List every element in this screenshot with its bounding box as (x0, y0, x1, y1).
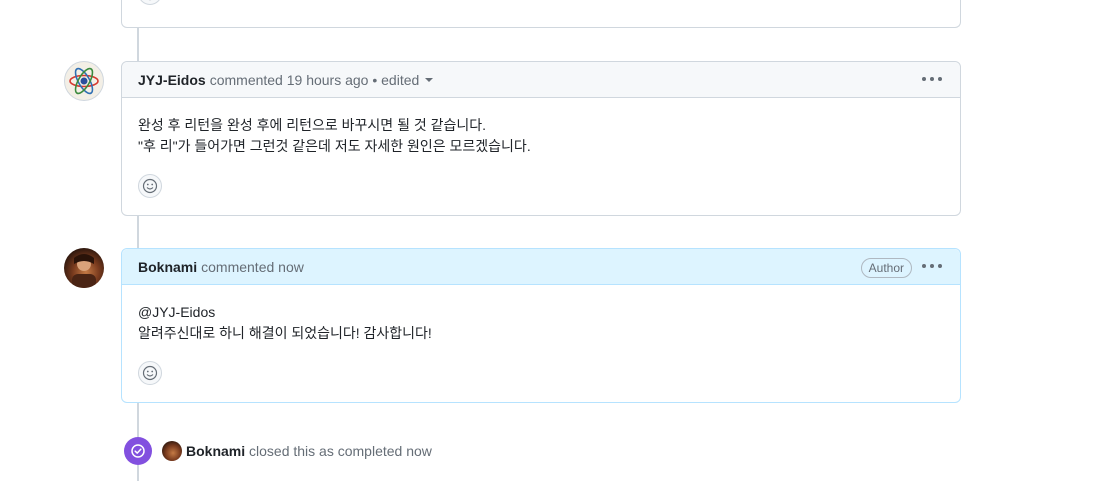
previous-comment (121, 0, 961, 28)
smiley-icon (142, 365, 158, 381)
comment-line: 알려주신대로 하니 해결이 되었습니다! 감사합니다! (138, 325, 432, 341)
comment-options-button[interactable] (922, 71, 942, 87)
timeline-line (137, 465, 139, 481)
smiley-icon (142, 178, 158, 194)
comment-author[interactable]: Boknami (138, 259, 197, 275)
comment-line: 완성 후 리턴을 완성 후에 리턴으로 바꾸시면 될 것 같습니다. (138, 117, 487, 133)
timeline-line (137, 215, 139, 249)
add-reaction-button[interactable] (138, 361, 162, 385)
author-badge: Author (860, 258, 912, 278)
user-photo-icon (72, 254, 96, 288)
avatar[interactable] (64, 61, 104, 101)
avatar[interactable] (64, 248, 104, 288)
timeline-line (137, 28, 139, 62)
comment: Boknami commented now Author @JYJ-Eidos … (121, 248, 961, 403)
event-description: Boknami closed this as completed now (186, 443, 432, 459)
atom-logo-icon (69, 67, 99, 95)
comment: JYJ-Eidos commented 19 hours ago • edite… (121, 61, 961, 216)
comment-body: 완성 후 리턴을 완성 후에 리턴으로 바꾸시면 될 것 같습니다. "후 리"… (122, 98, 960, 157)
check-circle-icon (131, 444, 145, 458)
event-text: closed this as completed now (249, 443, 432, 459)
comment-header: Boknami commented now Author (122, 249, 960, 285)
edited-dropdown-icon[interactable] (425, 77, 434, 82)
add-reaction-button[interactable] (138, 0, 162, 5)
comment-line: @JYJ-Eidos (138, 304, 216, 320)
add-reaction-button[interactable] (138, 174, 162, 198)
timeline-event: Boknami closed this as completed now (124, 437, 432, 465)
smiley-icon (148, 0, 152, 1)
comment-line: "후 리"가 들어가면 그런것 같은데 저도 자세한 원인은 모르겠습니다. (138, 138, 531, 154)
issue-closed-badge (124, 437, 152, 465)
comment-author[interactable]: JYJ-Eidos (138, 72, 206, 88)
timeline-line (137, 402, 139, 437)
event-user[interactable]: Boknami (186, 443, 245, 459)
comment-header: JYJ-Eidos commented 19 hours ago • edite… (122, 62, 960, 98)
comment-options-button[interactable] (922, 258, 942, 274)
avatar[interactable] (162, 441, 182, 461)
comment-body: @JYJ-Eidos 알려주신대로 하니 해결이 되었습니다! 감사합니다! (122, 285, 960, 344)
comment-meta[interactable]: commented 19 hours ago • edited (210, 72, 420, 88)
comment-meta[interactable]: commented now (201, 259, 304, 275)
